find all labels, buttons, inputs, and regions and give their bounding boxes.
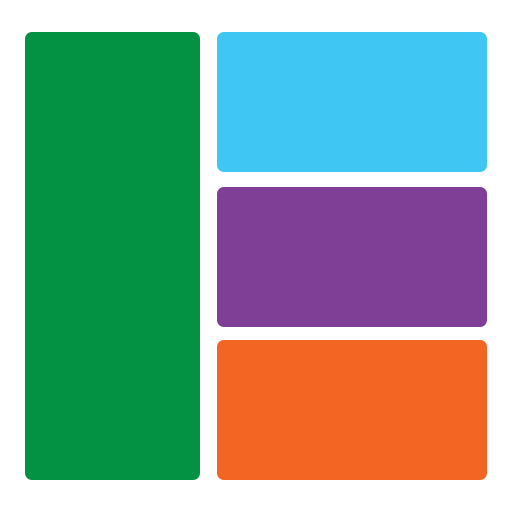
orange-bottom-tile [217, 340, 487, 480]
purple-middle-tile [217, 187, 487, 327]
blue-top-tile [217, 32, 487, 172]
green-tall-tile [25, 32, 200, 480]
